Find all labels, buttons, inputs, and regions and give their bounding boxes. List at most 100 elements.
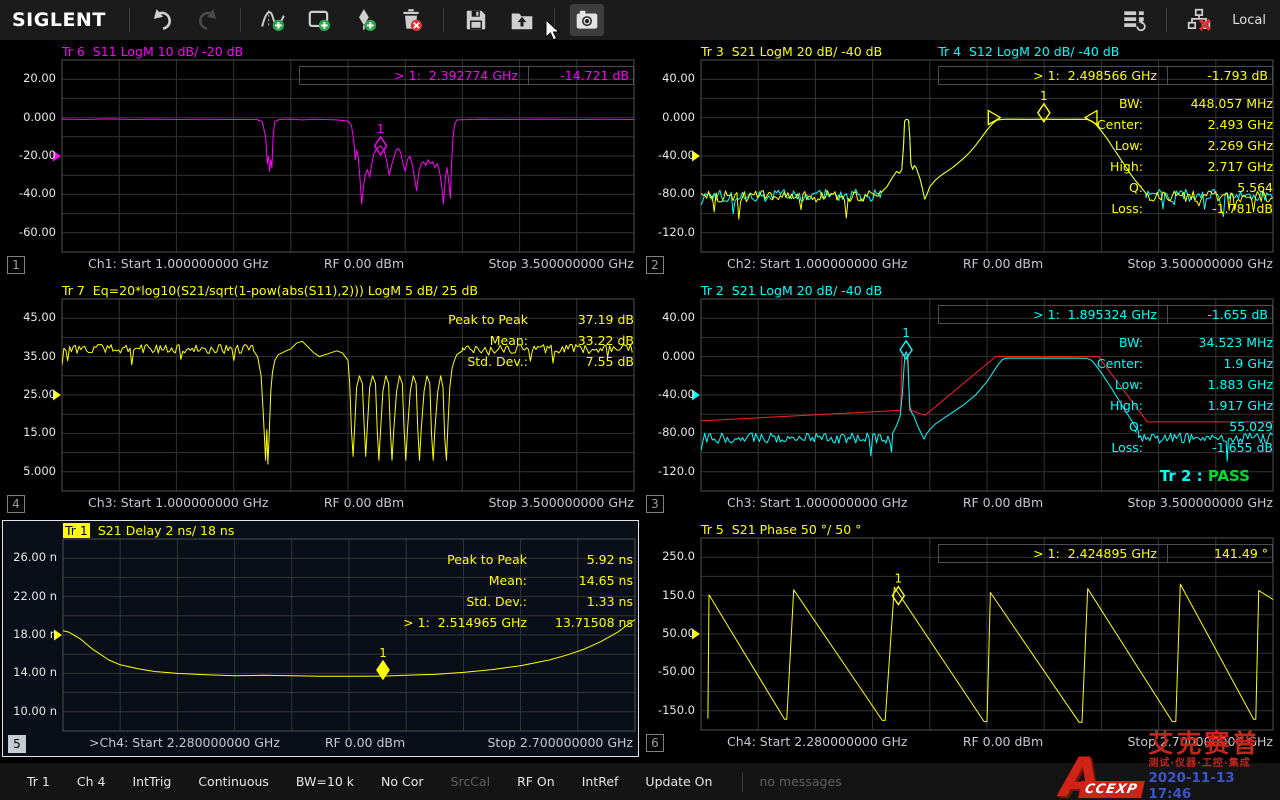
marker-readout-value: 141.49 °	[1168, 545, 1272, 562]
y-axis-label: 45.00	[2, 310, 56, 324]
bw-value: -1.655 dB	[1143, 440, 1273, 461]
marker-readout: > 1: 1.895324 GHz-1.655 dB	[938, 305, 1273, 324]
marker-label: 1	[895, 572, 903, 586]
stat-label: Peak to Peak	[351, 552, 527, 573]
channel-start-freq: Ch2: Start 1.000000000 GHz	[727, 256, 907, 271]
y-axis-label: 18.00 n	[3, 627, 57, 641]
y-axis-label: -40.00	[2, 186, 56, 200]
bandwidth-info: BW:448.057 MHzCenter:2.493 GHzLow:2.269 …	[1069, 96, 1273, 222]
bw-value: -1.781 dB	[1143, 201, 1273, 222]
y-axis-label: 250.0	[641, 549, 695, 563]
marker-readout-freq: > 1: 2.498566 GHz	[939, 67, 1168, 84]
status-item-trigger-mode[interactable]: IntTrig	[132, 774, 171, 789]
y-axis-label: -20.00	[2, 148, 56, 162]
status-item-update-state[interactable]: Update On	[645, 774, 712, 789]
y-axis-label: 50.00	[641, 626, 695, 640]
status-item-sweep-mode[interactable]: Continuous	[198, 774, 269, 789]
panel-number[interactable]: 5	[8, 735, 26, 753]
status-item-reference-source[interactable]: IntRef	[582, 774, 619, 789]
panel-number[interactable]: 4	[7, 495, 25, 513]
y-axis-label: 0.000	[641, 110, 695, 124]
toolbar-separator	[1166, 8, 1167, 32]
bw-value: 55.029	[1143, 419, 1273, 440]
status-item-active-trace[interactable]: Tr 1	[27, 774, 50, 789]
channel-stop-freq: Stop 3.500000000 GHz	[1127, 495, 1273, 510]
y-axis-label: 40.00	[641, 71, 695, 85]
panel-1[interactable]: Tr 6 S11 LogM 10 dB/ -20 dB120.000.000-2…	[2, 42, 639, 279]
marker-readout-value: -1.655 dB	[1168, 306, 1272, 323]
status-item-source-cal-state[interactable]: SrcCal	[451, 774, 491, 789]
toolbar: SIGLENT Local	[0, 0, 1280, 40]
status-bar: Tr 1 Ch 4 IntTrig Continuous BW=10 k No Cor Sr…	[0, 763, 1280, 800]
bw-label: Loss:	[1069, 440, 1143, 461]
screenshot-icon[interactable]	[570, 4, 604, 36]
stat-label: Mean:	[351, 573, 527, 594]
rf-power-level: RF 0.00 dBm	[923, 256, 1083, 271]
toolbar-right: Local	[1111, 4, 1280, 36]
add-marker-icon[interactable]	[348, 4, 382, 36]
status-item-if-bandwidth[interactable]: BW=10 k	[296, 774, 354, 789]
rf-power-level: RF 0.00 dBm	[284, 495, 444, 510]
bw-label: Low:	[1069, 377, 1143, 398]
panel-4[interactable]: Tr 7 Eq=20*log10(S21/sqrt(1-pow(abs(S11)…	[2, 281, 639, 518]
lan-disconnected-icon[interactable]	[1182, 4, 1216, 36]
add-window-icon[interactable]	[302, 4, 336, 36]
panel-2[interactable]: Tr 3 S21 LogM 20 dB/ -40 dBTr 4 S12 LogM…	[641, 42, 1278, 279]
channel-stop-freq: Stop 3.500000000 GHz	[1127, 256, 1273, 271]
panel-3[interactable]: Tr 2 S21 LogM 20 dB/ -40 dB140.000.000-4…	[641, 281, 1278, 518]
control-mode-label: Local	[1232, 13, 1266, 28]
marker-label: 1	[1040, 89, 1048, 103]
stat-value: 13.71508 ns	[527, 615, 633, 636]
stat-value: 7.55 dB	[528, 354, 634, 375]
vna-screen: SIGLENT Local Tr 6 S11 LogM 10 dB/ -20 d…	[0, 0, 1280, 800]
channel-stop-freq: Stop 2.700000000 GHz	[487, 735, 633, 750]
status-item-correction-state[interactable]: No Cor	[381, 774, 424, 789]
y-axis-label: 15.00	[2, 425, 56, 439]
toolbar-icons	[120, 4, 610, 36]
recall-icon[interactable]	[505, 4, 539, 36]
siglent-logo: SIGLENT	[12, 9, 106, 31]
bw-value: 1.883 GHz	[1143, 377, 1273, 398]
y-axis-label: 5.000	[2, 464, 56, 478]
y-axis-label: 25.00	[2, 387, 56, 401]
redo-icon	[191, 4, 225, 36]
marker-readout-value: -1.793 dB	[1168, 67, 1272, 84]
stat-label: Peak to Peak	[352, 312, 528, 333]
bw-value: 34.523 MHz	[1143, 335, 1273, 356]
panel-number[interactable]: 1	[7, 256, 25, 274]
limit-test-result: Tr 2 : PASS	[1160, 467, 1250, 485]
bw-label: Q:	[1069, 180, 1143, 201]
status-message: no messages	[759, 774, 841, 789]
y-axis-label: -80.00	[641, 186, 695, 200]
bandwidth-info: BW:34.523 MHzCenter:1.9 GHzLow:1.883 GHz…	[1069, 335, 1273, 461]
panel-number[interactable]: 6	[646, 734, 664, 752]
panel-6[interactable]: Tr 5 S21 Phase 50 °/ 50 °1250.0150.050.0…	[641, 520, 1278, 757]
status-item-active-channel[interactable]: Ch 4	[77, 774, 106, 789]
panel-5[interactable]: Tr 1S21 Delay 2 ns/ 18 ns126.00 n22.00 n…	[2, 520, 639, 757]
stat-value: 14.65 ns	[527, 573, 633, 594]
y-axis-label: 40.00	[641, 310, 695, 324]
panel-number[interactable]: 3	[646, 495, 664, 513]
add-trace-icon[interactable]	[256, 4, 290, 36]
bw-label: Center:	[1069, 356, 1143, 377]
y-axis-label: -50.00	[641, 664, 695, 678]
status-item-rf-power-state[interactable]: RF On	[517, 774, 555, 789]
save-icon[interactable]	[459, 4, 493, 36]
marker-label: 1	[377, 122, 385, 136]
y-axis-label: -120.0	[641, 225, 695, 239]
toolbar-separator	[554, 8, 555, 32]
bw-value: 5.564	[1143, 180, 1273, 201]
system-status-icon[interactable]	[1117, 4, 1151, 36]
panel-number[interactable]: 2	[646, 256, 664, 274]
trace-statistics: Peak to Peak5.92 nsMean:14.65 nsStd. Dev…	[351, 552, 633, 636]
rf-power-level: RF 0.00 dBm	[285, 735, 445, 750]
stat-value: 33.22 dB	[528, 333, 634, 354]
marker-readout-freq: > 1: 2.392774 GHz	[300, 67, 529, 84]
marker-readout-value: -14.721 dB	[529, 67, 633, 84]
undo-icon[interactable]	[145, 4, 179, 36]
trace-statistics: Peak to Peak37.19 dBMean:33.22 dBStd. De…	[352, 312, 634, 375]
rf-power-level: RF 0.00 dBm	[284, 256, 444, 271]
stat-value: 1.33 ns	[527, 594, 633, 615]
delete-icon[interactable]	[394, 4, 428, 36]
toolbar-separator	[129, 8, 130, 32]
